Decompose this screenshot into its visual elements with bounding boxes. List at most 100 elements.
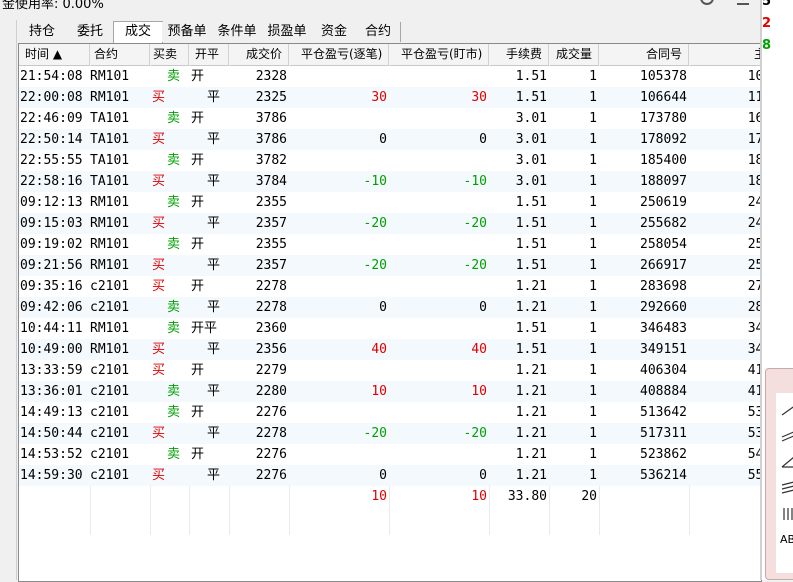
table-row[interactable]: 21:54:08 RM101 卖开 2328 1.51 1 105378 1018 — [19, 66, 761, 87]
table-row[interactable]: 14:50:44 c2101 买 平 2278 -20 -20 1.21 1 517311 5362 — [19, 423, 761, 444]
cell-pnl-mark: 40 — [471, 342, 487, 357]
tab-conditional-orders[interactable]: 条件单 — [212, 22, 263, 42]
table-row[interactable]: 14:49:13 c2101 卖开 2276 1.21 1 513642 5310 — [19, 402, 762, 423]
column-header-fee[interactable]: 手续费 — [489, 44, 549, 65]
vertical-lines-icon[interactable] — [780, 507, 793, 521]
cell-pnl-mark — [389, 234, 489, 255]
gear-icon[interactable] — [698, 0, 716, 8]
cell-contract: RM101 — [90, 195, 130, 210]
cell-main: 2440 — [747, 195, 762, 210]
cell-main: 1690 — [747, 111, 762, 126]
cell-time: 09:12:13 — [20, 195, 83, 210]
table-row[interactable]: 09:15:03 RM101 买 平 2357 -20 -20 1.51 1 255682 2484 — [19, 213, 761, 234]
cell-qty: 1 — [589, 447, 597, 462]
table-row[interactable]: 22:46:09 TA101 卖开 3786 3.01 1 173780 1690 — [19, 108, 762, 129]
column-header-main[interactable]: 主场 — [689, 44, 761, 65]
cell-pnl-mark: 30 — [471, 90, 487, 105]
angle-tool-icon[interactable] — [780, 455, 793, 469]
table-row[interactable]: 09:19:02 RM101 卖开 2355 1.51 1 258054 2562 — [19, 234, 761, 255]
cell-qty: 1 — [589, 405, 597, 420]
tab-trades[interactable]: 成交 — [113, 21, 163, 43]
download-icon[interactable] — [735, 0, 751, 6]
table-row[interactable]: 22:55:55 TA101 卖开 3782 3.01 1 185400 1806 — [19, 150, 761, 171]
table-row[interactable]: 13:33:59 c2101 买 开 2279 1.21 1 406304 4115 — [19, 360, 761, 381]
table-row[interactable]: 22:58:16 TA101 买 平 3784 -10 -10 3.01 1 188097 1834 — [19, 171, 761, 192]
total-fee: 33.80 — [507, 489, 547, 504]
cell-side: 卖 — [167, 321, 181, 336]
cell-fee: 1.21 — [515, 279, 547, 294]
cell-oc: 平 — [207, 90, 221, 105]
cell-qty: 1 — [589, 321, 597, 336]
cell-oc: 开 — [191, 237, 205, 252]
cell-contract: c2101 — [90, 447, 130, 462]
table-row[interactable]: 22:50:14 TA101 买 平 3786 0 0 3.01 1 178092 1735 — [19, 129, 761, 150]
cell-side: 买 — [152, 132, 166, 147]
cell-time: 22:46:09 — [20, 111, 83, 126]
cell-side: 买 — [152, 90, 166, 105]
cell-price: 2356 — [255, 342, 287, 357]
column-header-open-close[interactable]: 开平 — [189, 44, 229, 65]
tab-prepared-orders[interactable]: 预备单 — [162, 22, 213, 42]
cell-qty: 1 — [589, 195, 597, 210]
cell-fee: 3.01 — [515, 111, 547, 126]
cell-pnl-trade — [289, 276, 389, 297]
table-row[interactable]: 14:53:52 c2101 卖开 2276 1.21 1 523862 5447 — [19, 444, 761, 465]
table-row[interactable]: 22:00:08 RM101 买 平 2325 30 30 1.51 1 106644 1107 — [19, 87, 761, 108]
column-header-quantity[interactable]: 成交量 — [549, 44, 599, 65]
cell-order: 173780 — [640, 111, 687, 126]
cell-pnl-trade — [289, 108, 389, 129]
tab-funds[interactable]: 资金 — [312, 22, 357, 42]
cell-pnl-mark: 0 — [479, 468, 487, 483]
cell-main: 5595 — [747, 468, 762, 483]
cell-qty: 1 — [589, 468, 597, 483]
column-header-pnl-trade[interactable]: 平仓盈亏(逐笔) — [289, 44, 389, 65]
cell-price: 3786 — [255, 111, 287, 126]
cell-main: 5310 — [747, 405, 762, 420]
cell-order: 408884 — [640, 384, 687, 399]
table-row[interactable]: 09:42:06 c2101 卖 平 2278 0 0 1.21 1 292660 2865 — [19, 297, 761, 318]
cell-oc: 平 — [207, 174, 221, 189]
trades-table: 时间 ▲ 合约 买卖 开平 成交价 平仓盈亏(逐笔) 平仓盈亏(盯市) 手续费 … — [18, 43, 762, 582]
tab-contracts[interactable]: 合约 — [356, 22, 401, 42]
column-header-time[interactable]: 时间 ▲ — [19, 44, 90, 65]
cell-pnl-mark: 0 — [479, 132, 487, 147]
cell-time: 14:49:13 — [20, 405, 83, 420]
cell-price: 2278 — [255, 426, 287, 441]
cell-pnl-trade — [289, 444, 389, 465]
text-tool[interactable]: AB — [780, 533, 793, 547]
cell-pnl-mark: -20 — [463, 258, 487, 273]
cell-contract: RM101 — [90, 342, 130, 357]
parallel-lines-icon[interactable] — [780, 429, 793, 443]
tab-positions[interactable]: 持仓 — [18, 22, 67, 42]
table-row[interactable]: 09:21:56 RM101 买 平 2357 -20 -20 1.51 1 266917 2599 — [19, 255, 761, 276]
cell-oc: 开 — [191, 447, 205, 462]
column-header-pnl-mark[interactable]: 平仓盈亏(盯市) — [389, 44, 489, 65]
cell-order: 266917 — [640, 258, 687, 273]
table-row[interactable]: 09:12:13 RM101 卖开 2355 1.51 1 250619 2440 — [19, 192, 762, 213]
table-row[interactable]: 09:35:16 c2101 买 开 2278 1.21 1 283698 2773 — [19, 276, 761, 297]
table-row[interactable]: 14:59:30 c2101 买 平 2276 0 0 1.21 1 536214 5595 — [19, 465, 762, 486]
cell-pnl-trade: 40 — [371, 342, 387, 357]
column-header-price[interactable]: 成交价 — [229, 44, 289, 65]
cell-price: 3782 — [255, 153, 287, 168]
column-header-contract[interactable]: 合约 — [90, 44, 150, 65]
cell-pnl-mark — [389, 444, 489, 465]
column-header-order-id[interactable]: 合同号 — [599, 44, 689, 65]
tab-stop-orders[interactable]: 损盈单 — [262, 22, 313, 42]
table-row[interactable]: 13:36:01 c2101 卖 平 2280 10 10 1.21 1 408884 4142 — [19, 381, 761, 402]
tab-orders[interactable]: 委托 — [66, 22, 115, 42]
cell-price: 3784 — [255, 174, 287, 189]
cell-time: 22:00:08 — [20, 90, 83, 105]
cell-qty: 1 — [589, 384, 597, 399]
line-tool-icon[interactable] — [780, 403, 793, 417]
cell-pnl-trade — [289, 318, 389, 339]
cell-order: 105378 — [640, 69, 687, 84]
cell-fee: 1.21 — [515, 426, 547, 441]
cell-pnl-mark: 0 — [479, 300, 487, 315]
table-row[interactable]: 10:49:00 RM101 买 平 2356 40 40 1.51 1 349151 3488 — [19, 339, 761, 360]
channel-tool-icon[interactable] — [780, 481, 793, 495]
cell-time: 09:42:06 — [20, 300, 83, 315]
cell-main: 3441 — [747, 321, 762, 336]
table-row[interactable]: 10:44:11 RM101 卖开平 2360 1.51 1 346483 3441 — [19, 318, 762, 339]
column-header-side[interactable]: 买卖 — [150, 44, 189, 65]
